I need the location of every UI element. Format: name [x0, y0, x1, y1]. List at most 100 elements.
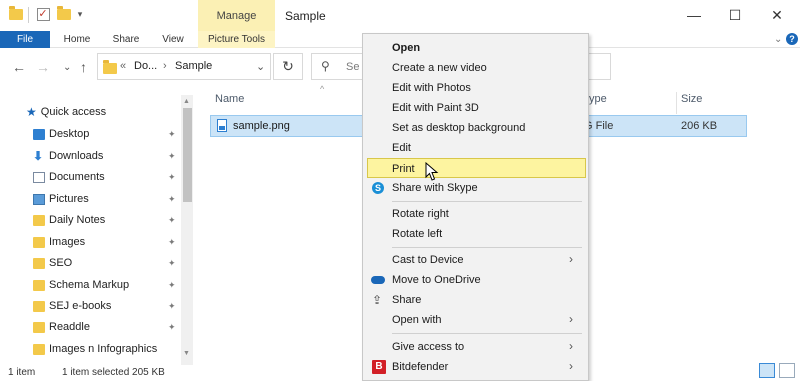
scroll-down-icon[interactable]: ▼: [183, 350, 190, 357]
menu-item-label: Open with: [392, 314, 442, 326]
expand-ribbon-icon[interactable]: ⌄: [774, 34, 782, 45]
menu-item-label: Edit with Photos: [392, 82, 471, 94]
sidebar-item-quick-access[interactable]: ★ Quick access: [26, 105, 106, 119]
folder-icon[interactable]: [9, 5, 23, 22]
sidebar-item-readdle[interactable]: Readdle ✦: [0, 317, 185, 337]
scroll-up-icon[interactable]: ▲: [183, 98, 190, 105]
mouse-cursor-icon: [425, 162, 439, 181]
divider: [28, 7, 29, 23]
menu-item-print[interactable]: Print: [367, 158, 586, 178]
chevron-right-icon[interactable]: ›: [163, 60, 167, 72]
pin-icon[interactable]: ✦: [168, 237, 176, 248]
menu-item-move-to-onedrive[interactable]: Move to OneDrive: [363, 270, 588, 290]
menu-item-share[interactable]: ⇪ Share: [363, 290, 588, 310]
sidebar-item-downloads[interactable]: ⬇ Downloads ✦: [0, 146, 185, 166]
title-bar: ✓ ▾ Manage Sample — ☐ ✕: [0, 0, 800, 31]
tab-share[interactable]: Share: [107, 31, 145, 48]
sidebar-item-images-n-infographics[interactable]: Images n Infographics: [0, 339, 185, 359]
pin-icon[interactable]: ✦: [168, 280, 176, 291]
breadcrumb-current[interactable]: Sample: [175, 60, 212, 72]
folder-icon: [33, 214, 45, 226]
sidebar-item-images[interactable]: Images ✦: [0, 232, 185, 252]
pin-icon[interactable]: ✦: [168, 129, 176, 140]
menu-item-cast-to-device[interactable]: Cast to Device ›: [363, 250, 588, 270]
menu-item-label: Share with Skype: [392, 182, 478, 194]
forward-arrow-icon[interactable]: →: [36, 59, 50, 75]
properties-check-icon[interactable]: ✓: [36, 6, 50, 22]
menu-item-label: Bitdefender: [392, 361, 449, 373]
sidebar-item-label: SEJ e-books: [49, 300, 112, 312]
help-icon[interactable]: ?: [786, 33, 798, 45]
tab-manage[interactable]: Manage: [198, 0, 275, 31]
back-arrow-icon[interactable]: ←: [12, 59, 26, 75]
recent-locations-icon[interactable]: ⌄: [63, 62, 71, 73]
menu-item-label: Edit with Paint 3D: [392, 102, 479, 114]
menu-item-share-with-skype[interactable]: S Share with Skype: [363, 178, 588, 198]
menu-item-create-video[interactable]: Create a new video: [363, 58, 588, 78]
menu-item-label: Give access to: [392, 341, 465, 353]
chevron-right-icon: ›: [569, 339, 573, 353]
menu-separator: [392, 247, 582, 248]
menu-item-edit-with-photos[interactable]: Edit with Photos: [363, 78, 588, 98]
chevron-down-icon[interactable]: ⌄: [256, 60, 265, 73]
menu-item-bitdefender[interactable]: B Bitdefender ›: [363, 357, 588, 377]
menu-item-rotate-right[interactable]: Rotate right: [363, 204, 588, 224]
column-divider[interactable]: [676, 92, 677, 114]
tab-file[interactable]: File: [0, 31, 50, 48]
pin-icon[interactable]: ✦: [168, 301, 176, 312]
file-name[interactable]: sample.png: [233, 120, 290, 132]
address-bar[interactable]: « Do... › Sample ⌄: [97, 53, 271, 80]
skype-icon: S: [372, 182, 384, 194]
sidebar-item-desktop[interactable]: Desktop ✦: [0, 124, 185, 144]
pin-icon[interactable]: ✦: [168, 194, 176, 205]
sidebar-item-schema-markup[interactable]: Schema Markup ✦: [0, 275, 185, 295]
pin-icon[interactable]: ✦: [168, 258, 176, 269]
scrollbar-thumb[interactable]: [183, 108, 192, 202]
sidebar-item-sej-e-books[interactable]: SEJ e-books ✦: [0, 296, 185, 316]
tab-view[interactable]: View: [154, 31, 192, 48]
column-header-size[interactable]: Size: [681, 93, 702, 105]
tab-home[interactable]: Home: [58, 31, 96, 48]
menu-item-label: Move to OneDrive: [392, 274, 481, 286]
sidebar-item-documents[interactable]: Documents ✦: [0, 167, 185, 187]
up-arrow-icon[interactable]: ↑: [80, 59, 87, 75]
pin-icon[interactable]: ✦: [168, 322, 176, 333]
pin-icon[interactable]: ✦: [168, 172, 176, 183]
menu-item-give-access-to[interactable]: Give access to ›: [363, 337, 588, 357]
sidebar-item-pictures[interactable]: Pictures ✦: [0, 189, 185, 209]
customize-toolbar-icon[interactable]: ▾: [73, 6, 87, 22]
menu-item-open-with[interactable]: Open with ›: [363, 310, 588, 330]
refresh-button[interactable]: ↻: [273, 53, 303, 80]
menu-item-label: Create a new video: [392, 62, 487, 74]
sidebar-item-label: Downloads: [49, 150, 104, 162]
large-icons-view-icon[interactable]: [779, 363, 795, 378]
sidebar-item-seo[interactable]: SEO ✦: [0, 253, 185, 273]
menu-item-edit-with-paint-3d[interactable]: Edit with Paint 3D: [363, 98, 588, 118]
item-count: 1 item: [8, 367, 36, 378]
download-arrow-icon: ⬇: [33, 149, 44, 163]
breadcrumb-separator: «: [120, 60, 127, 72]
sidebar-item-label: Images n Infographics: [49, 343, 158, 355]
column-header-name[interactable]: Name: [215, 93, 244, 105]
details-view-icon[interactable]: [759, 363, 775, 378]
menu-item-rotate-left[interactable]: Rotate left: [363, 224, 588, 244]
sidebar-item-daily-notes[interactable]: Daily Notes ✦: [0, 210, 185, 230]
pin-icon[interactable]: ✦: [168, 151, 176, 162]
minimize-button[interactable]: —: [679, 4, 709, 26]
search-icon: ⚲: [321, 59, 330, 73]
sidebar-item-label: Daily Notes: [49, 214, 106, 226]
close-button[interactable]: ✕: [762, 4, 792, 26]
folder-icon: [33, 300, 45, 312]
breadcrumb-parent[interactable]: Do...: [134, 60, 157, 72]
share-icon: ⇪: [372, 293, 383, 307]
column-header-type[interactable]: ype: [589, 93, 607, 105]
tab-picture-tools[interactable]: Picture Tools: [198, 31, 275, 48]
new-folder-icon[interactable]: [57, 5, 71, 22]
menu-item-set-desktop-background[interactable]: Set as desktop background: [363, 118, 588, 138]
menu-item-edit[interactable]: Edit: [363, 138, 588, 158]
pin-icon[interactable]: ✦: [168, 215, 176, 226]
folder-icon: [33, 343, 45, 355]
sidebar-item-label: SEO: [49, 257, 73, 269]
menu-item-open[interactable]: Open: [363, 38, 588, 58]
maximize-button[interactable]: ☐: [720, 4, 750, 26]
